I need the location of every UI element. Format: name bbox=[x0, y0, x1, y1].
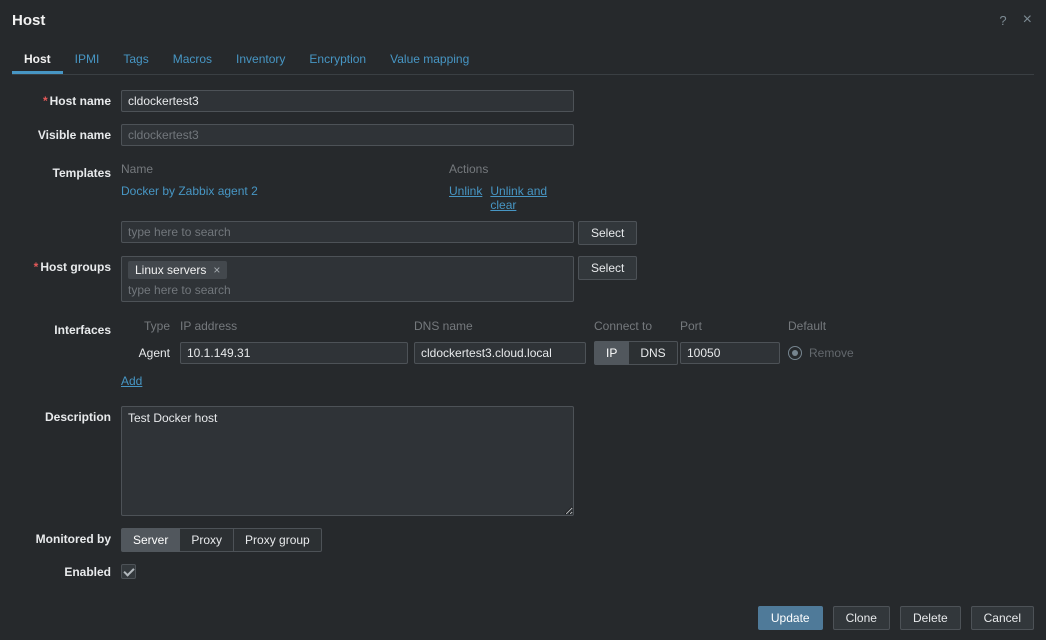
interfaces-column-headers: Type IP address DNS name Connect to Port… bbox=[121, 319, 854, 333]
templates-label: Templates bbox=[12, 162, 121, 180]
description-label: Description bbox=[12, 406, 121, 424]
update-button[interactable]: Update bbox=[758, 606, 823, 630]
host-form: *Host name Visible name Templates Name A… bbox=[0, 75, 1046, 579]
visible-name-label-text: Visible name bbox=[38, 128, 111, 142]
connect-to-ip-button[interactable]: IP bbox=[594, 341, 629, 365]
interfaces-default-header: Default bbox=[788, 319, 854, 333]
tab-bar: Host IPMI Tags Macros Inventory Encrypti… bbox=[12, 45, 1034, 75]
visible-name-row: Visible name bbox=[12, 124, 1046, 146]
templates-name-header: Name bbox=[121, 162, 449, 176]
tab-tags[interactable]: Tags bbox=[111, 45, 160, 74]
linked-template-row: Docker by Zabbix agent 2 Unlink Unlink a… bbox=[121, 184, 574, 212]
tab-inventory[interactable]: Inventory bbox=[224, 45, 297, 74]
interfaces-row: Interfaces Type IP address DNS name Conn… bbox=[12, 319, 1046, 388]
interface-type-label: Agent bbox=[121, 346, 180, 360]
templates-actions-header: Actions bbox=[449, 162, 574, 176]
tab-ipmi[interactable]: IPMI bbox=[63, 45, 112, 74]
host-group-chip-label: Linux servers bbox=[135, 263, 206, 277]
visible-name-input[interactable] bbox=[121, 124, 574, 146]
interface-port-input[interactable] bbox=[680, 342, 780, 364]
templates-block: Name Actions Docker by Zabbix agent 2 Un… bbox=[121, 162, 637, 245]
description-label-text: Description bbox=[45, 410, 111, 424]
monitored-by-server-button[interactable]: Server bbox=[121, 528, 180, 552]
chip-remove-icon[interactable]: × bbox=[213, 264, 220, 276]
clone-button[interactable]: Clone bbox=[833, 606, 890, 630]
host-name-row: *Host name bbox=[12, 90, 1046, 112]
interfaces-port-header: Port bbox=[680, 319, 788, 333]
host-groups-multiselect[interactable]: Linux servers × type here to search bbox=[121, 256, 574, 302]
enabled-label: Enabled bbox=[12, 561, 121, 579]
add-interface-link[interactable]: Add bbox=[121, 374, 142, 388]
monitored-by-proxy-group-button[interactable]: Proxy group bbox=[234, 528, 322, 552]
required-marker: * bbox=[43, 94, 48, 108]
templates-label-text: Templates bbox=[53, 166, 111, 180]
interfaces-type-header: Type bbox=[121, 319, 180, 333]
connect-to-dns-button[interactable]: DNS bbox=[629, 341, 677, 365]
dialog-footer: Update Clone Delete Cancel bbox=[758, 606, 1034, 630]
monitored-by-toggle: Server Proxy Proxy group bbox=[121, 528, 322, 552]
templates-search-input[interactable] bbox=[121, 221, 574, 243]
default-interface-radio[interactable] bbox=[788, 346, 802, 360]
interface-port-cell bbox=[680, 342, 788, 364]
interface-remove-link: Remove bbox=[809, 346, 854, 360]
monitored-by-proxy-button[interactable]: Proxy bbox=[180, 528, 234, 552]
interface-dns-cell bbox=[414, 342, 594, 364]
interface-default-cell: Remove bbox=[788, 346, 854, 360]
interfaces-block: Type IP address DNS name Connect to Port… bbox=[121, 319, 854, 388]
dialog-header: Host ? × bbox=[0, 0, 1046, 29]
host-group-chip[interactable]: Linux servers × bbox=[128, 261, 227, 279]
interfaces-label: Interfaces bbox=[12, 319, 121, 337]
host-name-label-text: Host name bbox=[50, 94, 111, 108]
interfaces-connect-header: Connect to bbox=[594, 319, 680, 333]
interfaces-label-text: Interfaces bbox=[54, 323, 111, 337]
interfaces-ip-header: IP address bbox=[180, 319, 414, 333]
templates-select-button[interactable]: Select bbox=[578, 221, 637, 245]
host-groups-row: *Host groups Linux servers × type here t… bbox=[12, 256, 1046, 302]
interface-ip-cell bbox=[180, 342, 414, 364]
monitored-by-label: Monitored by bbox=[12, 528, 121, 546]
description-textarea[interactable]: Test Docker host bbox=[121, 406, 574, 516]
enabled-row: Enabled bbox=[12, 561, 1046, 579]
host-groups-select-button[interactable]: Select bbox=[578, 256, 637, 280]
templates-column-headers: Name Actions bbox=[121, 162, 574, 176]
enabled-label-text: Enabled bbox=[64, 565, 111, 579]
host-name-input[interactable] bbox=[121, 90, 574, 112]
templates-search-row: Select bbox=[121, 221, 637, 245]
description-row: Description Test Docker host bbox=[12, 406, 1046, 516]
tab-value-mapping[interactable]: Value mapping bbox=[378, 45, 481, 74]
connect-to-toggle: IP DNS bbox=[594, 341, 680, 365]
unlink-link[interactable]: Unlink bbox=[449, 184, 482, 212]
tab-encryption[interactable]: Encryption bbox=[297, 45, 378, 74]
help-icon[interactable]: ? bbox=[999, 14, 1006, 27]
tab-macros[interactable]: Macros bbox=[161, 45, 224, 74]
linked-template-actions: Unlink Unlink and clear bbox=[449, 184, 574, 212]
required-marker: * bbox=[34, 260, 39, 274]
interface-ip-input[interactable] bbox=[180, 342, 408, 364]
interface-add-row: Add bbox=[121, 374, 854, 388]
templates-row: Templates Name Actions Docker by Zabbix … bbox=[12, 162, 1046, 245]
header-icons: ? × bbox=[999, 12, 1032, 28]
close-icon[interactable]: × bbox=[1023, 12, 1032, 28]
visible-name-label: Visible name bbox=[12, 124, 121, 142]
cancel-button[interactable]: Cancel bbox=[971, 606, 1034, 630]
interfaces-dns-header: DNS name bbox=[414, 319, 594, 333]
interface-dns-input[interactable] bbox=[414, 342, 586, 364]
unlink-and-clear-link[interactable]: Unlink and clear bbox=[490, 184, 574, 212]
monitored-by-label-text: Monitored by bbox=[36, 532, 111, 546]
host-groups-label-text: Host groups bbox=[40, 260, 111, 274]
monitored-by-row: Monitored by Server Proxy Proxy group bbox=[12, 528, 1046, 552]
host-groups-search-placeholder[interactable]: type here to search bbox=[128, 279, 567, 297]
interface-row-agent: Agent IP DNS Remove bbox=[121, 341, 854, 365]
page-title: Host bbox=[12, 12, 45, 29]
enabled-checkbox[interactable] bbox=[121, 564, 136, 579]
linked-template-link[interactable]: Docker by Zabbix agent 2 bbox=[121, 184, 449, 212]
host-groups-label: *Host groups bbox=[12, 256, 121, 274]
host-name-label: *Host name bbox=[12, 90, 121, 108]
tab-host[interactable]: Host bbox=[12, 45, 63, 74]
delete-button[interactable]: Delete bbox=[900, 606, 961, 630]
